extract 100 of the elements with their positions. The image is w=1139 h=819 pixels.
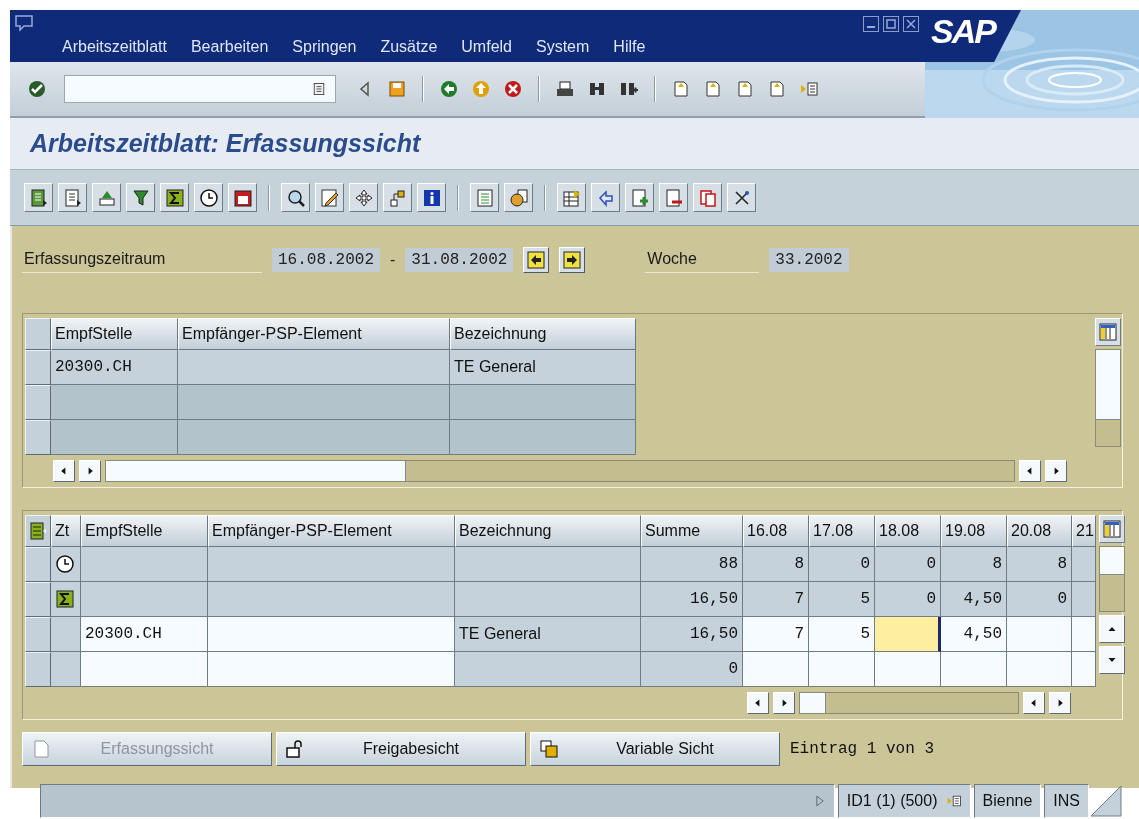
column-header[interactable]: Bezeichnung <box>455 515 641 547</box>
table-cell[interactable] <box>875 617 941 652</box>
table-cell[interactable] <box>208 617 455 652</box>
column-header[interactable]: EmpfStelle <box>81 515 208 547</box>
table-cell[interactable] <box>81 652 208 687</box>
column-header[interactable]: 16.08 <box>743 515 809 547</box>
column-header[interactable]: EmpfStelle <box>51 318 178 350</box>
column-header[interactable]: 18.08 <box>875 515 941 547</box>
table-cell[interactable] <box>1007 617 1072 652</box>
menu-item[interactable]: Zusätze <box>368 38 450 56</box>
date-field[interactable]: 16.08.2002 <box>272 247 380 272</box>
row-selector[interactable] <box>25 385 51 420</box>
menu-item[interactable]: Umfeld <box>449 38 524 56</box>
toolbar-button[interactable] <box>349 183 378 212</box>
scroll-left-button[interactable] <box>53 460 75 482</box>
table-cell[interactable] <box>875 652 941 687</box>
table-cell[interactable]: 7 <box>743 617 809 652</box>
column-header[interactable]: 21 <box>1072 515 1096 547</box>
horizontal-scrollbar[interactable] <box>799 692 1019 714</box>
next-button[interactable] <box>559 246 586 273</box>
toolbar-button[interactable] <box>281 183 310 212</box>
column-header[interactable]: Zt <box>51 515 81 547</box>
toolbar-button[interactable] <box>557 183 586 212</box>
horizontal-scrollbar[interactable] <box>105 460 1015 482</box>
toolbar-button[interactable] <box>126 183 155 212</box>
minimize-icon <box>867 26 875 28</box>
row-selector[interactable] <box>25 652 51 687</box>
table-cell[interactable] <box>1072 652 1096 687</box>
toolbar-button[interactable] <box>417 183 446 212</box>
table-cell[interactable]: 4,50 <box>941 617 1007 652</box>
minimize-button[interactable] <box>863 16 879 32</box>
column-header[interactable]: Empfänger-PSP-Element <box>208 515 455 547</box>
toolbar-button[interactable] <box>315 183 344 212</box>
toolbar-button[interactable] <box>194 183 223 212</box>
field-label: Erfassungszeitraum <box>22 246 262 273</box>
scroll-up-button[interactable] <box>1099 615 1125 643</box>
scroll-right-button[interactable] <box>79 460 101 482</box>
menu-item[interactable]: Bearbeiten <box>178 38 281 56</box>
toolbar-button[interactable] <box>504 183 533 212</box>
table-cell[interactable] <box>743 652 809 687</box>
resize-grip-icon[interactable] <box>1089 784 1123 818</box>
select-all-button[interactable] <box>25 318 51 350</box>
select-all-button[interactable] <box>25 515 51 547</box>
menu-item[interactable]: Hilfe <box>601 38 658 56</box>
table-cell: 88 <box>641 547 743 582</box>
table-cell: TE General <box>455 617 641 652</box>
toolbar-button[interactable] <box>160 183 189 212</box>
previous-button[interactable] <box>523 246 550 273</box>
row-selector[interactable] <box>25 420 51 455</box>
scroll-left-button[interactable] <box>747 692 769 714</box>
column-header[interactable]: Summe <box>641 515 743 547</box>
row-selector[interactable] <box>25 582 51 617</box>
table-cell[interactable] <box>809 652 875 687</box>
scroll-down-button[interactable] <box>1099 646 1125 674</box>
table-cell[interactable] <box>1007 652 1072 687</box>
week-field[interactable]: 33.2002 <box>769 247 849 272</box>
menu-item[interactable]: Arbeitszeitblatt <box>50 38 179 56</box>
close-button[interactable] <box>903 16 919 32</box>
row-selector[interactable] <box>25 617 51 652</box>
toolbar-button[interactable] <box>727 183 756 212</box>
column-header[interactable]: Bezeichnung <box>450 318 636 350</box>
column-header[interactable]: 17.08 <box>809 515 875 547</box>
cross-arrows-icon <box>353 187 374 208</box>
toolbar-button[interactable] <box>659 183 688 212</box>
menu-item[interactable]: Springen <box>280 38 369 56</box>
clock-icon <box>198 187 219 208</box>
column-settings-button[interactable] <box>1094 318 1121 346</box>
columns-icon <box>1097 322 1118 342</box>
menu-item[interactable]: System <box>524 38 602 56</box>
table-cell[interactable]: 20300.CH <box>81 617 208 652</box>
scroll-right-button[interactable] <box>773 692 795 714</box>
vertical-scrollbar[interactable] <box>1099 546 1125 612</box>
date-field[interactable]: 31.08.2002 <box>405 247 514 272</box>
view-button[interactable]: Freigabesicht <box>276 732 526 766</box>
vertical-scrollbar[interactable] <box>1094 349 1121 447</box>
column-settings-button[interactable] <box>1099 515 1125 543</box>
row-selector[interactable] <box>25 547 51 582</box>
maximize-button[interactable] <box>883 16 899 32</box>
table-cell[interactable] <box>941 652 1007 687</box>
toolbar-button[interactable] <box>24 183 53 212</box>
scroll-left-button[interactable] <box>1023 692 1045 714</box>
scroll-left-button[interactable] <box>1019 460 1041 482</box>
maximize-icon <box>886 19 896 29</box>
table-cell[interactable] <box>208 652 455 687</box>
column-header[interactable]: Empfänger-PSP-Element <box>178 318 450 350</box>
toolbar-button[interactable] <box>591 183 620 212</box>
row-selector[interactable] <box>25 350 51 385</box>
table-cell[interactable]: 5 <box>809 617 875 652</box>
toolbar-button[interactable] <box>228 183 257 212</box>
scroll-right-button[interactable] <box>1049 692 1071 714</box>
view-button[interactable]: Variable Sicht <box>530 732 780 766</box>
padlock-icon <box>285 739 305 759</box>
command-field[interactable] <box>64 75 336 103</box>
column-header[interactable]: 20.08 <box>1007 515 1072 547</box>
table-cell[interactable] <box>1072 617 1096 652</box>
close-icon <box>906 19 916 29</box>
window-menu-icon[interactable] <box>14 14 34 32</box>
scroll-right-button[interactable] <box>1045 460 1067 482</box>
info-icon <box>421 187 442 208</box>
column-header[interactable]: 19.08 <box>941 515 1007 547</box>
